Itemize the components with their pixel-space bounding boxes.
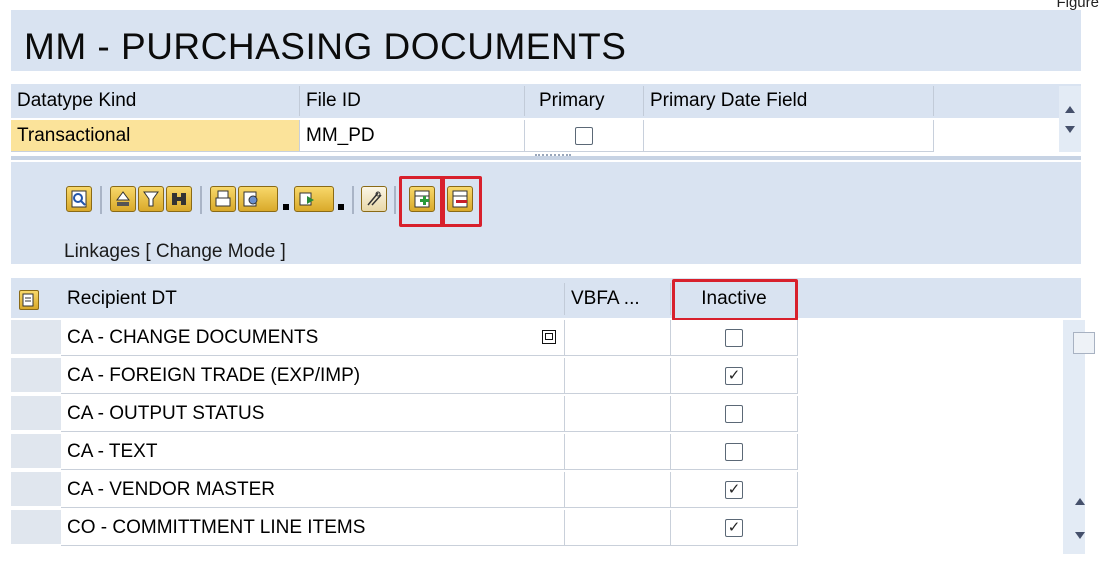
view-dropdown-icon[interactable] (283, 204, 289, 210)
highlight-insert-row (399, 176, 445, 227)
recipient-dt-text: CA - FOREIGN TRADE (EXP/IMP) (67, 365, 361, 386)
splitter-handle[interactable] (535, 154, 571, 159)
vbfa-cell[interactable] (565, 510, 671, 546)
row-selector[interactable] (11, 510, 61, 546)
filter-icon (143, 191, 159, 207)
file-id-cell[interactable]: MM_PD (300, 120, 525, 152)
export-dropdown-icon[interactable] (338, 204, 344, 210)
view-button[interactable] (238, 186, 278, 212)
inactive-checkbox[interactable] (725, 404, 743, 423)
export-button[interactable] (294, 186, 334, 212)
column-separator (933, 86, 934, 116)
scroll-down-arrow-icon[interactable] (1075, 532, 1085, 539)
scrollbar-thumb[interactable] (1073, 332, 1095, 354)
inactive-checkbox-checked[interactable]: ✓ (725, 480, 743, 499)
highlight-delete-row (440, 176, 482, 227)
export-icon (299, 192, 314, 206)
recipient-dt-cell[interactable]: CA - VENDOR MASTER (61, 472, 565, 508)
settings-button[interactable] (361, 186, 387, 212)
inactive-checkbox-checked[interactable]: ✓ (725, 366, 743, 385)
title-bar: MM - PURCHASING DOCUMENTS (11, 10, 1081, 71)
datatype-kind-cell[interactable]: Transactional (11, 120, 300, 152)
recipient-dt-text: CA - OUTPUT STATUS (67, 403, 265, 424)
print-icon (215, 190, 231, 207)
column-header-primary[interactable]: Primary (525, 84, 643, 118)
find-icon (172, 193, 186, 205)
inactive-cell[interactable] (671, 434, 798, 470)
recipient-dt-cell[interactable]: CA - CHANGE DOCUMENTS (61, 320, 565, 356)
toolbar-separator (352, 186, 354, 214)
sort-ascending-icon (116, 191, 130, 206)
layout-icon (22, 293, 34, 307)
column-header-recipient-dt[interactable]: Recipient DT (61, 283, 564, 315)
inactive-cell[interactable]: ✓ (671, 358, 798, 394)
column-header-datatype-kind[interactable]: Datatype Kind (11, 84, 299, 118)
inactive-cell[interactable]: ✓ (671, 472, 798, 508)
recipient-dt-cell[interactable]: CO - COMMITTMENT LINE ITEMS (61, 510, 565, 546)
filter-button[interactable] (138, 186, 164, 212)
vbfa-cell[interactable] (565, 396, 671, 432)
linkages-title: Linkages [ Change Mode ] (64, 241, 286, 262)
details-icon (71, 190, 87, 208)
linkages-grid-scrollbar[interactable] (1063, 320, 1095, 554)
primary-checkbox[interactable] (575, 126, 593, 145)
row-selector[interactable] (11, 320, 61, 356)
toolbar-separator (200, 186, 202, 214)
inactive-cell[interactable] (671, 320, 798, 356)
scroll-up-arrow-icon[interactable] (1075, 498, 1085, 505)
inactive-checkbox[interactable] (725, 442, 743, 461)
row-selector[interactable] (11, 472, 61, 508)
view-icon (243, 191, 258, 207)
scroll-down-arrow-icon[interactable] (1065, 126, 1075, 133)
primary-date-field-cell[interactable] (644, 120, 934, 152)
header-grid-scrollbar[interactable] (1059, 86, 1081, 152)
row-selector[interactable] (11, 396, 61, 432)
toolbar-separator (394, 186, 396, 214)
details-button[interactable] (66, 186, 92, 212)
value-help-icon[interactable] (542, 330, 556, 344)
row-selector[interactable] (11, 358, 61, 394)
column-header-file-id[interactable]: File ID (300, 84, 524, 118)
recipient-dt-cell[interactable]: CA - TEXT (61, 434, 565, 470)
recipient-dt-text: CO - COMMITTMENT LINE ITEMS (67, 517, 366, 538)
recipient-dt-text: CA - VENDOR MASTER (67, 479, 275, 500)
find-button[interactable] (166, 186, 192, 212)
toolbar-separator (100, 186, 102, 214)
print-button[interactable] (210, 186, 236, 212)
inactive-checkbox-checked[interactable]: ✓ (725, 518, 743, 537)
column-header-primary-date-field[interactable]: Primary Date Field (644, 84, 934, 118)
column-header-vbfa[interactable]: VBFA ... (565, 283, 670, 315)
settings-icon (367, 191, 382, 206)
highlight-inactive-header (672, 279, 798, 321)
page-title: MM - PURCHASING DOCUMENTS (24, 26, 627, 67)
inactive-cell[interactable] (671, 396, 798, 432)
vbfa-cell[interactable] (565, 434, 671, 470)
recipient-dt-text: CA - CHANGE DOCUMENTS (67, 327, 319, 348)
sort-ascending-button[interactable] (110, 186, 136, 212)
inactive-cell[interactable]: ✓ (671, 510, 798, 546)
vbfa-cell[interactable] (565, 472, 671, 508)
inactive-checkbox[interactable] (725, 328, 743, 347)
select-all-button[interactable] (19, 290, 39, 310)
vbfa-cell[interactable] (565, 358, 671, 394)
row-selector[interactable] (11, 434, 61, 470)
primary-cell[interactable] (525, 120, 644, 152)
recipient-dt-cell[interactable]: CA - FOREIGN TRADE (EXP/IMP) (61, 358, 565, 394)
recipient-dt-text: CA - TEXT (67, 441, 158, 462)
recipient-dt-cell[interactable]: CA - OUTPUT STATUS (61, 396, 565, 432)
vbfa-cell[interactable] (565, 320, 671, 356)
scroll-up-arrow-icon[interactable] (1065, 106, 1075, 113)
